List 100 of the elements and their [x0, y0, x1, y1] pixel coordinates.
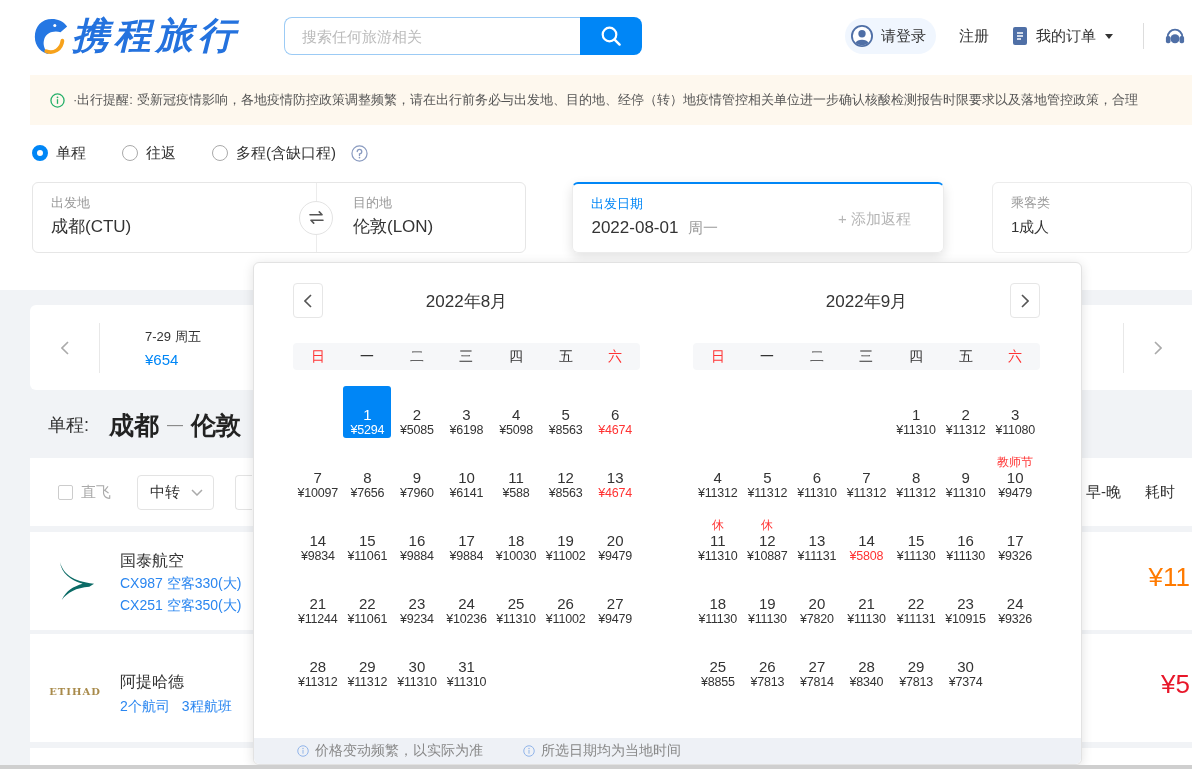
day-number: 16 [957, 532, 974, 549]
calendar-day[interactable]: 16 ¥11130 [941, 512, 990, 564]
footer-note: 所选日期均为当地时间 [541, 742, 681, 760]
calendar-day[interactable]: 21 ¥11130 [842, 575, 891, 627]
calendar-day[interactable]: 18 ¥11130 [693, 575, 742, 627]
calendar-day[interactable]: 25 ¥11310 [492, 575, 541, 627]
day-price: ¥7656 [350, 486, 385, 500]
calendar-day[interactable]: 28 ¥8340 [842, 638, 891, 690]
calendar-day[interactable]: 教师节 10 ¥9479 [991, 449, 1040, 501]
search-button[interactable] [580, 17, 642, 55]
calendar-day[interactable]: 6 ¥4674 [591, 386, 640, 438]
calendar-day[interactable]: 5 ¥8563 [541, 386, 590, 438]
calendar-day[interactable]: 15 ¥11130 [892, 512, 941, 564]
calendar-day[interactable]: 13 ¥4674 [591, 449, 640, 501]
calendar-day[interactable]: 休 11 ¥11310 [693, 512, 742, 564]
calendar-day[interactable]: 26 ¥11002 [541, 575, 590, 627]
calendar-day[interactable]: 11 ¥588 [492, 449, 541, 501]
trip-type-option[interactable]: 单程 [32, 143, 86, 163]
calendar-day[interactable]: 5 ¥11312 [743, 449, 792, 501]
flight-detail-link[interactable]: CX987 空客330(大) [120, 572, 242, 594]
calendar-day[interactable]: 22 ¥11131 [892, 575, 941, 627]
previous-month-button[interactable] [293, 283, 323, 318]
departure-field[interactable]: 出发地 成都(CTU) [33, 183, 299, 252]
flight-detail-link[interactable]: 3程航班 [181, 695, 232, 717]
document-icon [1013, 27, 1027, 45]
calendar-day[interactable]: 2 ¥5085 [392, 386, 441, 438]
calendar-day[interactable]: 17 ¥9326 [991, 512, 1040, 564]
calendar-day[interactable]: 23 ¥9234 [392, 575, 441, 627]
calendar-day[interactable]: 13 ¥11131 [792, 512, 841, 564]
calendar-day[interactable]: 26 ¥7813 [743, 638, 792, 690]
calendar-day[interactable]: 30 ¥11310 [392, 638, 441, 690]
airline-logo: ETIHAD [49, 685, 101, 697]
trip-type-option[interactable]: 多程(含缺口程) [212, 143, 336, 163]
sort-option[interactable]: 早-晚 [1086, 482, 1121, 502]
calendar-day[interactable]: 17 ¥9884 [442, 512, 491, 564]
trip-type-option[interactable]: 往返 [122, 143, 176, 163]
holiday-note: 休 [711, 518, 724, 532]
calendar-day[interactable]: 2 ¥11312 [941, 386, 990, 438]
date-option[interactable]: 7-29 周五 ¥654 [145, 327, 201, 368]
calendar-day[interactable]: 24 ¥9326 [991, 575, 1040, 627]
calendar-day[interactable]: 19 ¥11002 [541, 512, 590, 564]
calendar-day[interactable]: 19 ¥11130 [743, 575, 792, 627]
calendar-day[interactable]: 16 ¥9884 [392, 512, 441, 564]
calendar-day[interactable]: 1 ¥11310 [892, 386, 941, 438]
destination-field[interactable]: 目的地 伦敦(LON) [333, 183, 452, 252]
login-button[interactable]: 请登录 [845, 18, 936, 54]
calendar-day[interactable]: 28 ¥11312 [293, 638, 342, 690]
day-price: ¥4674 [598, 486, 633, 500]
date-field[interactable]: 出发日期 2022-08-01 周一 + 添加返程 [572, 182, 944, 253]
calendar-day[interactable]: 9 ¥7960 [392, 449, 441, 501]
calendar-day[interactable]: 18 ¥10030 [492, 512, 541, 564]
help-icon[interactable] [351, 144, 368, 162]
origin-city: 成都 [109, 409, 159, 441]
calendar-day[interactable]: 8 ¥7656 [343, 449, 392, 501]
calendar-day[interactable]: 29 ¥7813 [892, 638, 941, 690]
calendar-day[interactable]: 10 ¥6141 [442, 449, 491, 501]
calendar-day[interactable]: 休 12 ¥10887 [743, 512, 792, 564]
passenger-field[interactable]: 乘客类 1成人 [992, 182, 1192, 253]
calendar-day[interactable]: 27 ¥9479 [591, 575, 640, 627]
calendar-day[interactable]: 29 ¥11312 [343, 638, 392, 690]
calendar-day[interactable]: 12 ¥8563 [541, 449, 590, 501]
day-price: ¥11310 [397, 675, 437, 689]
calendar-day[interactable]: 14 ¥9834 [293, 512, 342, 564]
transfer-dropdown[interactable]: 中转 [137, 474, 214, 510]
calendar-day[interactable]: 9 ¥11310 [941, 449, 990, 501]
calendar-day[interactable]: 24 ¥10236 [442, 575, 491, 627]
day-number: 20 [808, 595, 826, 612]
calendar-day[interactable]: 8 ¥11312 [892, 449, 941, 501]
calendar-day[interactable]: 27 ¥7814 [792, 638, 841, 690]
calendar-day[interactable]: 3 ¥6198 [442, 386, 491, 438]
calendar-day[interactable]: 23 ¥10915 [941, 575, 990, 627]
calendar-day[interactable]: 30 ¥7374 [941, 638, 990, 690]
calendar-day[interactable]: 31 ¥11310 [442, 638, 491, 690]
calendar-day[interactable]: 3 ¥11080 [991, 386, 1040, 438]
calendar-day[interactable]: 20 ¥7820 [792, 575, 841, 627]
calendar-day[interactable]: 1 ¥5294 [343, 386, 392, 438]
search-field[interactable]: 搜索任何旅游相关 [284, 17, 580, 55]
calendar-day[interactable]: 6 ¥11310 [792, 449, 841, 501]
calendar-day[interactable]: 14 ¥5808 [842, 512, 891, 564]
calendar-day[interactable]: 4 ¥11312 [693, 449, 742, 501]
calendar-day[interactable]: 22 ¥11061 [343, 575, 392, 627]
swap-button[interactable] [299, 200, 333, 235]
logo-text[interactable]: 携程旅行 [72, 15, 240, 57]
calendar-day[interactable]: 20 ¥9479 [591, 512, 640, 564]
sort-option[interactable]: 耗时 [1145, 482, 1175, 502]
calendar-day[interactable]: 21 ¥11244 [293, 575, 342, 627]
next-month-button[interactable] [1010, 283, 1040, 318]
calendar-day[interactable]: 7 ¥11312 [842, 449, 891, 501]
calendar-day[interactable]: 4 ¥5098 [492, 386, 541, 438]
radio-button[interactable] [32, 145, 48, 161]
radio-button[interactable] [212, 145, 228, 161]
dropdown-field[interactable] [235, 474, 252, 510]
calendar-day[interactable]: 25 ¥8855 [693, 638, 742, 690]
calendar-day[interactable]: 7 ¥10097 [293, 449, 342, 501]
register-link[interactable]: 注册 [959, 26, 989, 46]
flight-detail-link[interactable]: 2个航司 [120, 695, 170, 717]
orders-menu[interactable]: 我的订单 [1013, 26, 1113, 46]
radio-button[interactable] [122, 145, 138, 161]
flight-detail-link[interactable]: CX251 空客350(大) [120, 594, 242, 616]
calendar-day[interactable]: 15 ¥11061 [343, 512, 392, 564]
